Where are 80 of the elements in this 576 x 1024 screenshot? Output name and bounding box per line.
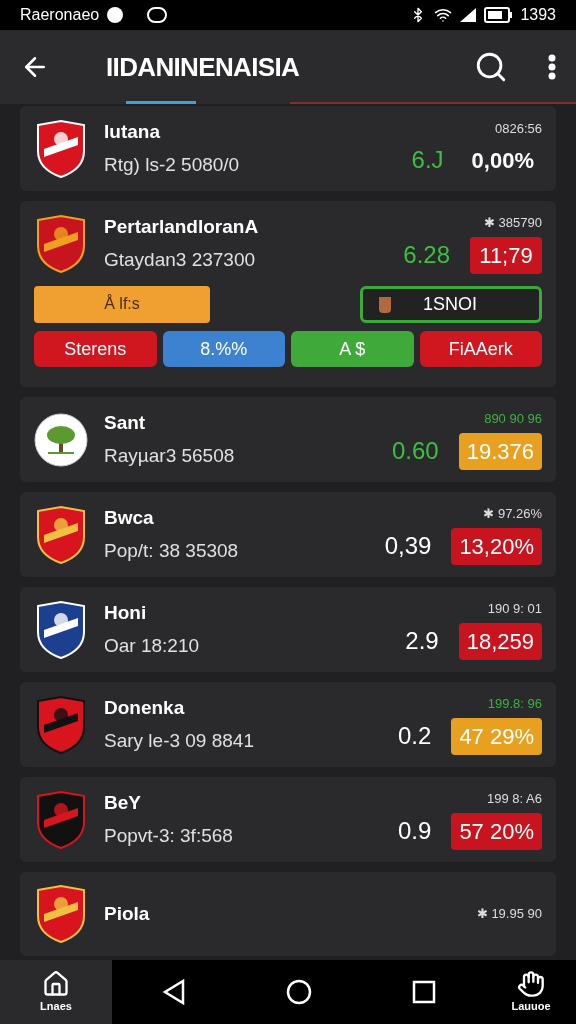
percent-badge: 13,20% [451, 527, 542, 565]
home-nav-icon[interactable] [286, 979, 312, 1005]
team-stats: Sary le-3 09 8841 [104, 728, 255, 753]
search-button[interactable] [474, 50, 508, 84]
category-tag[interactable]: Å lf:s [34, 286, 210, 323]
team-stats: Oar 18:210 [104, 633, 201, 658]
crest-icon [379, 296, 391, 313]
change-text: 0826:56 [495, 119, 542, 138]
shield-crest-icon [34, 884, 88, 944]
change-text: 190 9: 01 [487, 600, 542, 619]
team-name: Donenka [104, 696, 186, 720]
change-text: ✱ 19.95 90 [476, 905, 542, 924]
change-text: 890 90 96 [484, 410, 542, 429]
team-name: Iutana [104, 120, 161, 144]
score-text: 6.28 [403, 240, 450, 271]
change-text: 199.8: 96 [487, 695, 542, 714]
shield-crest-icon [34, 694, 88, 755]
team-card[interactable]: Honi Oar 18:210 190 9: 01 2.9 18,259 [20, 587, 556, 672]
score-text: 0.2 [398, 721, 432, 752]
team-stats: Gtaydan3 237300 [104, 247, 257, 272]
team-name: Bwca [104, 506, 155, 530]
team-card[interactable]: PertarlandloranA Gtaydan3 237300 ✱ 385790 6.28 11;79 Å lf:s 1SNOI Sterens 8.%% A $ FiAAerk [20, 201, 556, 387]
score-text: 0.9 [398, 816, 432, 847]
nav-label: Lnaes [40, 998, 72, 1014]
team-name: Piola [104, 901, 151, 926]
shield-crest-icon [34, 789, 88, 850]
carrier-text: Raeronaeo [20, 5, 100, 25]
search-icon [474, 50, 508, 84]
team-name: PertarlandloranA [104, 215, 260, 239]
percent-badge: 57 20% [451, 812, 542, 850]
shield-crest-icon [34, 599, 88, 660]
app-title: IIDANINENAISIA [106, 50, 300, 84]
percent-text: 0,00% [470, 146, 535, 175]
score-text: 6.J [411, 145, 444, 176]
score-text: 0.60 [392, 436, 439, 467]
percent-badge: 47 29% [451, 717, 542, 755]
clock-text: 1393 [520, 5, 556, 25]
battery-icon [484, 7, 513, 23]
shield-crest-icon [34, 213, 88, 274]
team-name: Sant [104, 411, 147, 435]
team-card[interactable]: Piola ✱ 19.95 90 [20, 872, 556, 956]
tree-logo-icon [34, 412, 88, 467]
action-button[interactable]: FiAAerk [419, 331, 542, 367]
signal-icon [460, 8, 477, 22]
nav-label: Lauuoe [511, 998, 551, 1014]
percent-badge: 19.376 [458, 432, 542, 470]
home-icon[interactable] [42, 969, 70, 998]
team-stats: Pop/t: 38 35308 [104, 538, 240, 563]
more-button[interactable] [548, 54, 556, 80]
percent-badge: 11;79 [470, 236, 542, 274]
score-text: 2.9 [405, 626, 439, 657]
percent-badge: 18,259 [458, 622, 542, 660]
shield-crest-icon [34, 118, 88, 179]
team-name: BeY [104, 791, 142, 815]
team-card[interactable]: Sant Rayµar3 56508 890 90 96 0.60 19.376 [20, 397, 556, 482]
hand-icon[interactable] [517, 969, 545, 998]
status-chip[interactable]: 1SNOI [360, 286, 542, 323]
team-card[interactable]: Iutana Rtg) ls-2 5080/0 0826:56 6.J 0,00% [20, 106, 556, 191]
recents-nav-icon[interactable] [412, 980, 436, 1004]
action-button[interactable]: Sterens [34, 331, 157, 367]
team-stats: Popvt-3: 3f:568 [104, 823, 234, 848]
team-stats: Rtg) ls-2 5080/0 [104, 152, 241, 177]
score-text: 0,39 [384, 531, 432, 562]
notification-icon [107, 7, 124, 23]
team-card[interactable]: BeY Popvt-3: 3f:568 199 8: A6 0.9 57 20% [20, 777, 556, 862]
notification-icon [147, 7, 168, 23]
change-text: ✱ 385790 [484, 214, 542, 233]
shield-crest-icon [34, 504, 88, 565]
wifi-icon [434, 6, 453, 24]
chip-label: 1SNOI [423, 293, 478, 316]
tab-indicator [126, 101, 196, 104]
team-card[interactable]: Donenka Sary le-3 09 8841 199.8: 96 0.2 47 29% [20, 682, 556, 767]
back-nav-icon[interactable] [162, 979, 186, 1005]
change-text: 199 8: A6 [487, 790, 542, 809]
team-stats: Rayµar3 56508 [104, 443, 236, 468]
change-text: ✱ 97.26% [483, 505, 542, 524]
team-name: Honi [104, 601, 148, 625]
action-button[interactable]: 8.%% [162, 331, 285, 367]
more-icon [548, 54, 556, 80]
team-card[interactable]: Bwca Pop/t: 38 35308 ✱ 97.26% 0,39 13,20% [20, 492, 556, 577]
